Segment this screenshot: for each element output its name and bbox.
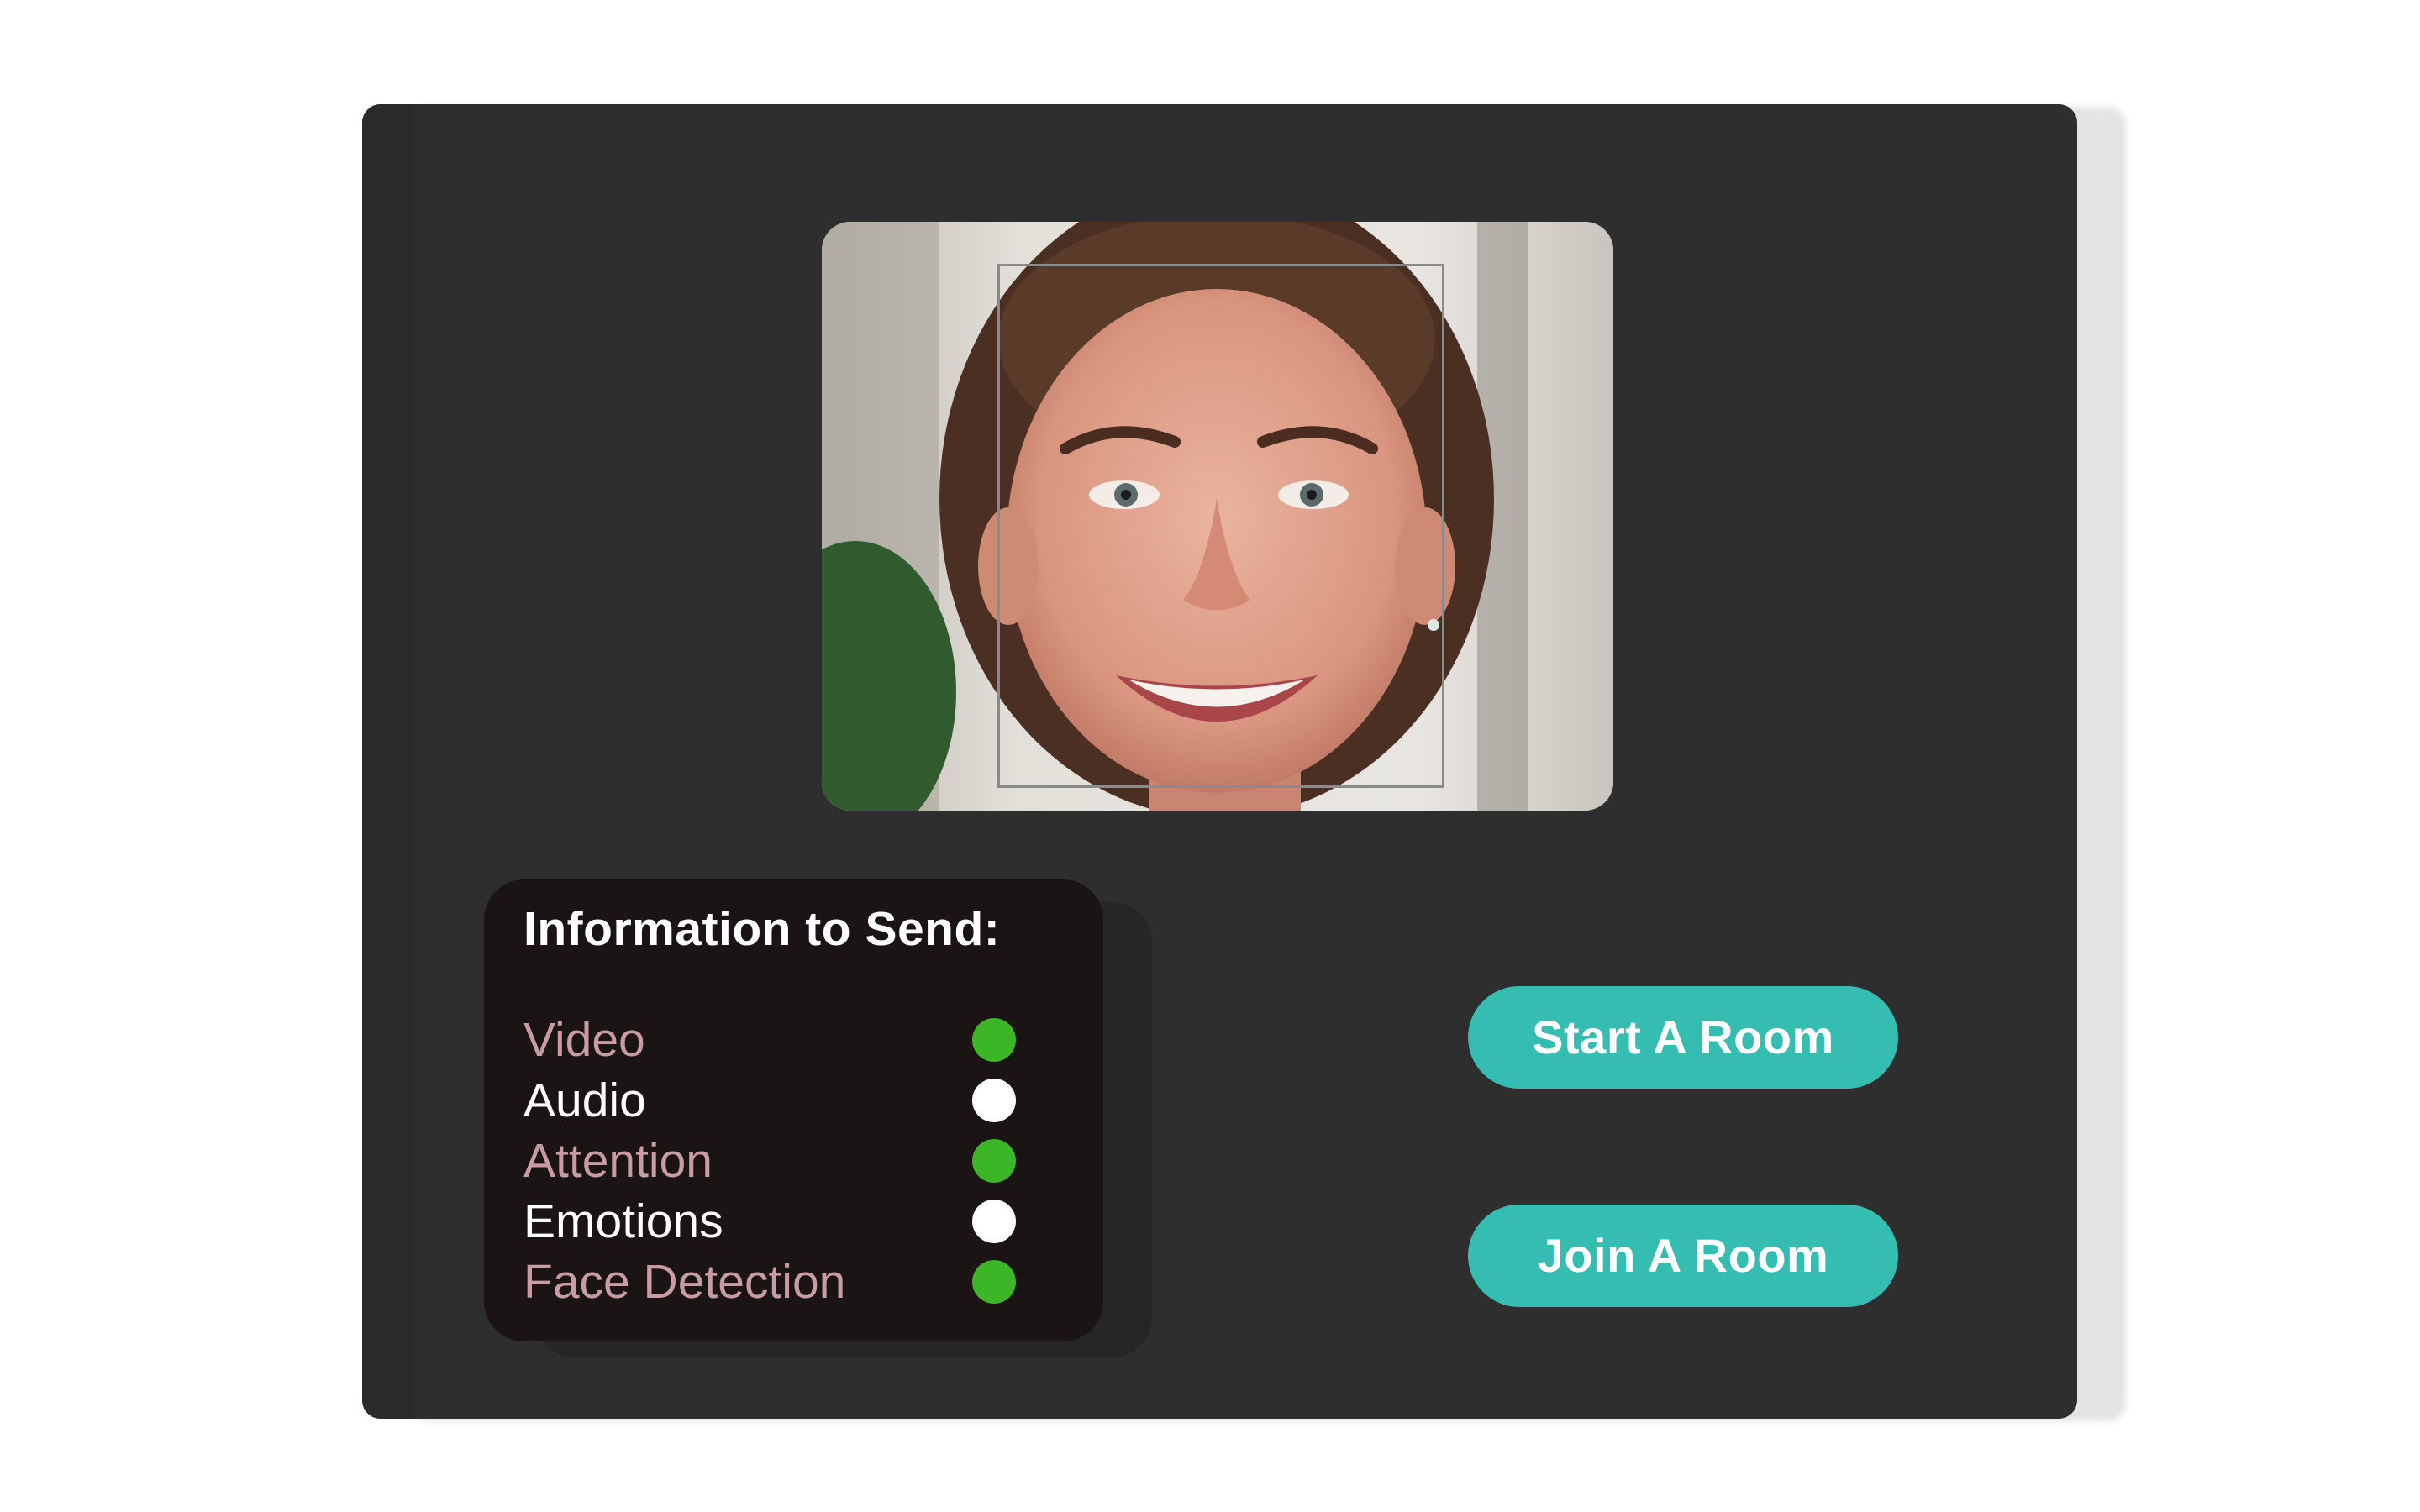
- option-label: Audio: [523, 1074, 646, 1127]
- option-emotions[interactable]: Emotions: [523, 1191, 1028, 1252]
- status-dot[interactable]: [972, 1079, 1016, 1122]
- info-panel-title: Information to Send:: [523, 902, 1001, 956]
- option-label: Face Detection: [523, 1255, 846, 1309]
- status-dot[interactable]: [972, 1018, 1016, 1062]
- option-video[interactable]: Video: [523, 1010, 1028, 1070]
- panel-edge: [362, 104, 413, 1419]
- face-detection-box: [997, 264, 1444, 788]
- option-attention[interactable]: Attention: [523, 1131, 1028, 1191]
- option-face-detection[interactable]: Face Detection: [523, 1252, 1028, 1312]
- main-panel: Information to Send: Video Audio Attenti…: [362, 104, 2077, 1419]
- option-label: Emotions: [523, 1194, 723, 1248]
- app-window: Information to Send: Video Audio Attenti…: [0, 0, 2420, 1512]
- status-dot[interactable]: [972, 1260, 1016, 1304]
- option-label: Attention: [523, 1134, 713, 1188]
- info-to-send-panel: Information to Send: Video Audio Attenti…: [484, 879, 1103, 1341]
- camera-preview: [822, 222, 1613, 811]
- option-label: Video: [523, 1013, 645, 1067]
- status-dot[interactable]: [972, 1200, 1016, 1243]
- status-dot[interactable]: [972, 1139, 1016, 1183]
- option-audio[interactable]: Audio: [523, 1070, 1028, 1131]
- start-room-button[interactable]: Start A Room: [1468, 986, 1898, 1089]
- join-room-button[interactable]: Join A Room: [1468, 1205, 1898, 1307]
